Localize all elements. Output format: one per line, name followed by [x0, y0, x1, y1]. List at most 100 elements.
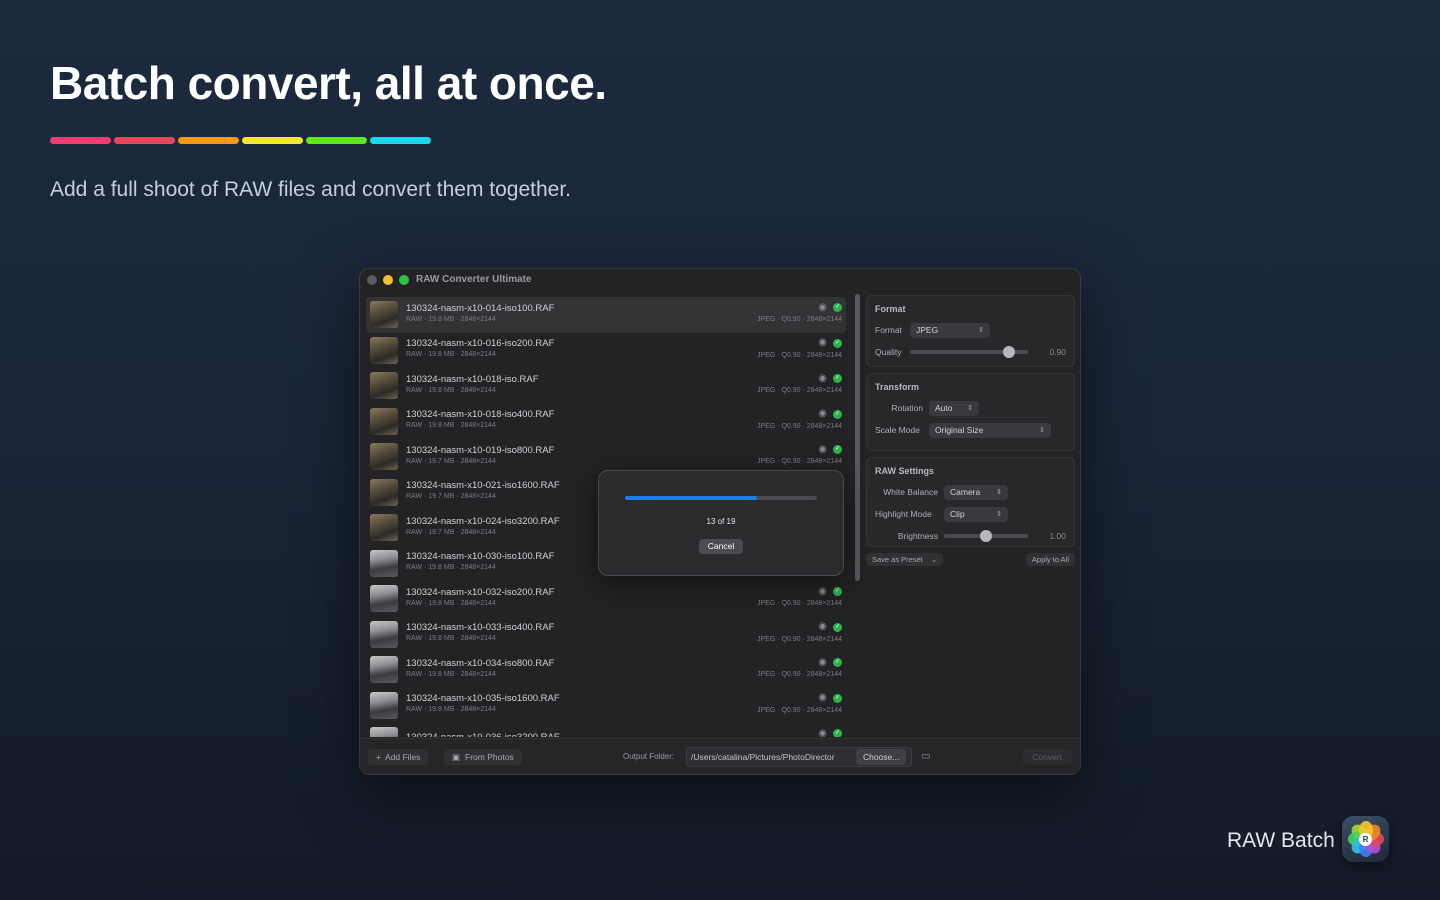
file-thumbnail: [370, 443, 398, 471]
save-preset-button[interactable]: Save as Preset ⌄: [866, 553, 944, 566]
file-row[interactable]: 130324-nasm-x10-018-iso.RAF RAW · 19.8 M…: [366, 368, 846, 404]
file-thumbnail: [370, 336, 398, 364]
file-status: ◉ ✓ JPEG · Q0.90 · 2848×2144: [757, 693, 842, 714]
checkmark-icon: ✓: [833, 622, 842, 632]
color-stripe: [370, 137, 431, 144]
file-text: 130324-nasm-x10-034-iso800.RAF RAW · 19.…: [406, 658, 554, 678]
choose-folder-button[interactable]: Choose...: [856, 749, 907, 765]
format-select[interactable]: JPEG ⇕: [910, 322, 990, 338]
add-files-label: Add Files: [384, 752, 421, 762]
color-stripe: [178, 137, 239, 144]
apply-to-all-button[interactable]: Apply to All: [1025, 553, 1075, 566]
file-thumbnail: [370, 301, 398, 329]
color-stripes: [50, 137, 431, 144]
file-text: 130324-nasm-x10-021-iso1600.RAF RAW · 19…: [406, 480, 560, 501]
file-thumbnail: [370, 407, 398, 435]
subheadline: Add a full shoot of RAW files and conver…: [50, 178, 572, 201]
convert-button[interactable]: Convert: [1022, 749, 1072, 765]
checkmark-icon: ✓: [833, 729, 842, 737]
rotation-select[interactable]: Auto ⇕: [929, 400, 979, 416]
file-name: 130324-nasm-x10-034-iso800.RAF: [406, 657, 555, 669]
file-meta: RAW · 19.8 MB · 2848×2144: [406, 351, 496, 359]
file-meta: RAW · 19.8 MB · 2848×2144: [406, 315, 496, 323]
progress-sheet: 13 of 19 Cancel: [598, 470, 844, 576]
file-thumbnail: [370, 549, 398, 577]
rotation-label: Rotation: [891, 403, 923, 413]
file-row[interactable]: 130324-nasm-x10-032-iso200.RAF RAW · 19.…: [366, 581, 846, 617]
brightness-value: 1.00: [1049, 531, 1066, 541]
window-title: RAW Converter Ultimate: [416, 274, 532, 285]
file-text: 130324-nasm-x10-030-iso100.RAF RAW · 19.…: [406, 551, 554, 571]
file-row[interactable]: 130324-nasm-x10-034-iso800.RAF RAW · 19.…: [366, 652, 846, 688]
file-thumbnail: [370, 656, 398, 684]
file-name: 130324-nasm-x10-032-iso200.RAF: [406, 586, 555, 598]
file-row[interactable]: 130324-nasm-x10-033-iso400.RAF RAW · 19.…: [366, 617, 846, 653]
reveal-folder-icon[interactable]: ▭: [921, 751, 930, 762]
color-stripe: [114, 137, 175, 144]
raw-settings-section-title: RAW Settings: [875, 466, 935, 476]
output-meta: JPEG · Q0.90 · 2848×2144: [756, 351, 842, 359]
file-name: 130324-nasm-x10-021-iso1600.RAF: [406, 480, 560, 492]
file-meta: RAW · 19.8 MB · 2848×2144: [406, 386, 496, 394]
file-list-scrollbar[interactable]: [855, 294, 860, 581]
file-text: 130324-nasm-x10-032-iso200.RAF RAW · 19.…: [406, 587, 554, 607]
from-photos-button[interactable]: ▣ From Photos: [444, 749, 522, 765]
file-name: 130324-nasm-x10-024-iso3200.RAF: [406, 515, 560, 527]
quality-slider[interactable]: [910, 346, 1028, 358]
file-name: 130324-nasm-x10-030-iso100.RAF: [406, 551, 555, 563]
file-row[interactable]: 130324-nasm-x10-014-iso100.RAF RAW · 19.…: [366, 297, 846, 333]
eye-icon[interactable]: ◉: [818, 693, 827, 703]
color-stripe: [306, 137, 367, 144]
titlebar: RAW Converter Ultimate: [360, 269, 1080, 291]
checkmark-icon: ✓: [833, 409, 842, 419]
file-text: 130324-nasm-x10-035-iso1600.RAF RAW · 19…: [406, 693, 560, 714]
file-status: ◉ ✓ JPEG · Q0.90 · 2848×2144: [757, 622, 842, 643]
eye-icon[interactable]: ◉: [818, 409, 827, 419]
output-meta: JPEG · Q0.90 · 2848×2144: [756, 635, 842, 643]
file-text: 130324-nasm-x10-036-iso3200.RAF: [406, 732, 560, 737]
file-text: 130324-nasm-x10-018-iso400.RAF RAW · 19.…: [406, 409, 554, 430]
eye-icon[interactable]: ◉: [818, 728, 827, 737]
eye-icon[interactable]: ◉: [818, 657, 827, 668]
eye-icon[interactable]: ◉: [818, 622, 827, 632]
file-meta: RAW · 19.7 MB · 2848×2144: [406, 493, 496, 501]
file-text: 130324-nasm-x10-016-iso200.RAF RAW · 19.…: [406, 338, 554, 359]
quality-slider-knob[interactable]: [1003, 346, 1016, 358]
file-name: 130324-nasm-x10-019-iso800.RAF: [406, 444, 555, 456]
highlight-mode-select[interactable]: Clip ⇕: [944, 506, 1008, 522]
zoom-window-button[interactable]: [399, 275, 409, 285]
file-name: 130324-nasm-x10-035-iso1600.RAF: [406, 693, 560, 705]
close-window-button[interactable]: [367, 275, 377, 285]
file-meta: RAW · 19.8 MB · 2848×2144: [406, 706, 496, 714]
progress-count: 13 of 19: [706, 517, 736, 526]
add-files-button[interactable]: + Add Files: [368, 749, 429, 765]
format-section-title: Format: [875, 304, 906, 314]
eye-icon[interactable]: ◉: [818, 586, 827, 597]
file-row[interactable]: 130324-nasm-x10-018-iso400.RAF RAW · 19.…: [366, 404, 846, 440]
file-row[interactable]: 130324-nasm-x10-035-iso1600.RAF RAW · 19…: [366, 688, 846, 724]
rotation-select-value: Auto: [935, 403, 953, 413]
file-status: ◉ ✓ JPEG · Q0.90 · 2848×2144: [757, 657, 842, 678]
file-status: ◉ ✓ JPEG · Q0.90 · 2848×2144: [757, 302, 842, 323]
file-text: 130324-nasm-x10-014-iso100.RAF RAW · 19.…: [406, 303, 554, 323]
brand-name: RAW Batch: [1227, 829, 1335, 852]
checkmark-icon: ✓: [833, 445, 842, 454]
file-row[interactable]: 130324-nasm-x10-016-iso200.RAF RAW · 19.…: [366, 333, 846, 369]
cancel-button[interactable]: Cancel: [699, 539, 743, 554]
eye-icon[interactable]: ◉: [818, 338, 827, 348]
file-status: ◉ ✓: [818, 728, 842, 737]
scale-mode-select[interactable]: Original Size ⇕: [929, 422, 1051, 438]
file-row[interactable]: 130324-nasm-x10-036-iso3200.RAF ◉ ✓: [366, 723, 846, 737]
brightness-slider-knob[interactable]: [980, 530, 992, 542]
file-thumbnail: [370, 478, 398, 506]
eye-icon[interactable]: ◉: [818, 302, 827, 313]
file-meta: RAW · 19.8 MB · 2848×2144: [406, 422, 496, 430]
brightness-slider[interactable]: [944, 530, 1028, 542]
plus-icon: +: [376, 752, 381, 762]
white-balance-select[interactable]: Camera ⇕: [944, 484, 1008, 500]
chevron-updown-icon: ⇕: [967, 405, 973, 412]
minimize-window-button[interactable]: [383, 275, 393, 285]
eye-icon[interactable]: ◉: [818, 373, 827, 384]
eye-icon[interactable]: ◉: [818, 444, 827, 455]
progress-bar: [625, 496, 817, 500]
